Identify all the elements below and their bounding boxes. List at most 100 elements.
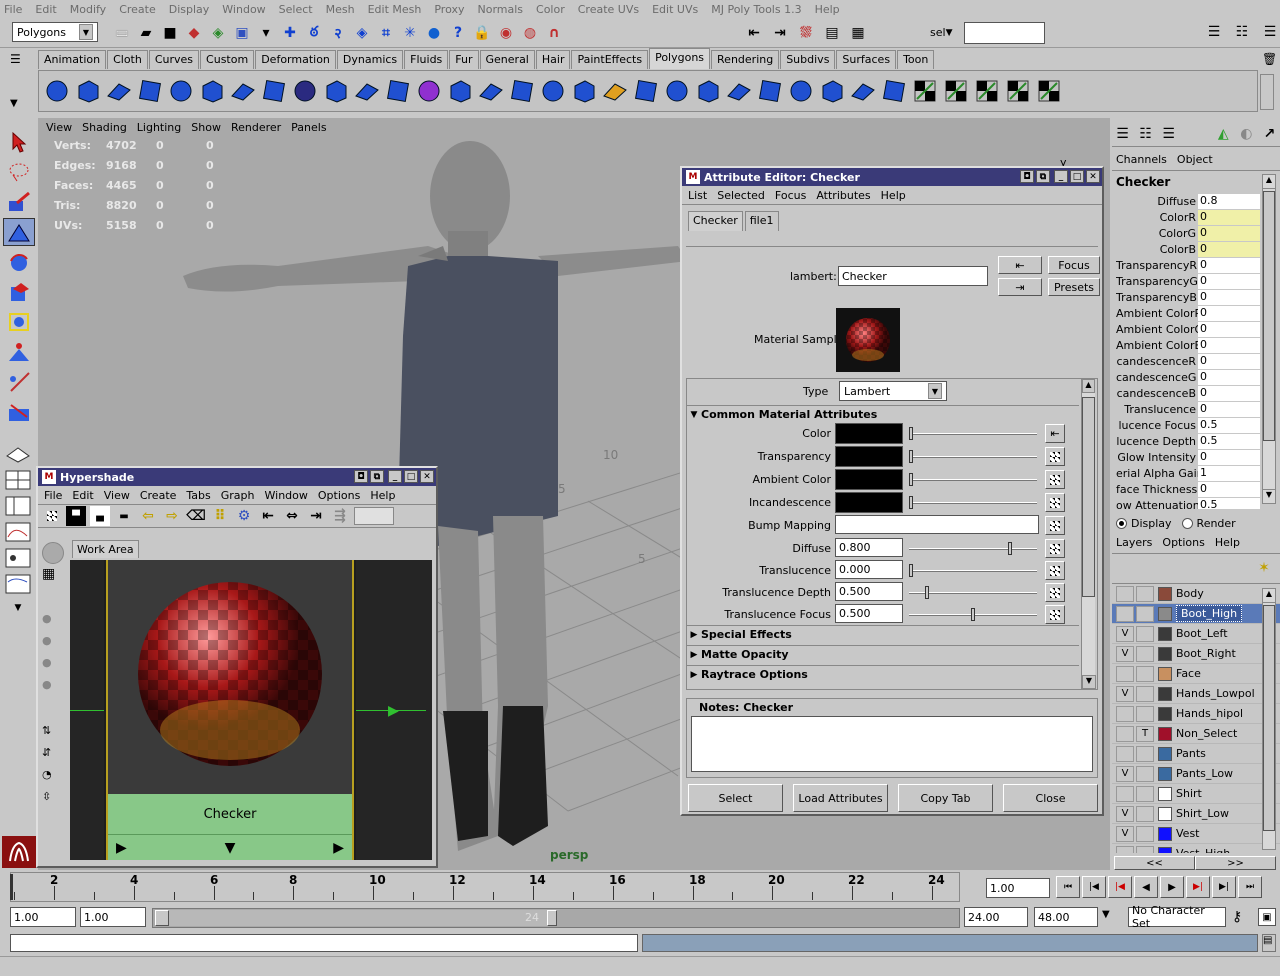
- shelf-tab-rendering[interactable]: Rendering: [711, 50, 780, 69]
- presets-button[interactable]: Presets: [1048, 278, 1100, 296]
- channel-label[interactable]: Diffuse: [1116, 195, 1198, 208]
- menu-item-help[interactable]: Help: [815, 3, 840, 16]
- shelf-tab-painteffects[interactable]: PaintEffects: [571, 50, 649, 69]
- input-connection-icon[interactable]: ⇤: [998, 256, 1042, 274]
- cube-icon[interactable]: [74, 77, 102, 105]
- map-texture-icon[interactable]: [1045, 493, 1065, 512]
- input-ops-icon[interactable]: ⇤: [744, 23, 764, 43]
- channel-value[interactable]: 0: [1198, 305, 1260, 321]
- torus-icon[interactable]: [198, 77, 226, 105]
- scale-tool-icon[interactable]: [3, 278, 35, 306]
- section-header-raytrace-options[interactable]: ▶ Raytrace Options: [687, 665, 1079, 683]
- go-to-start-icon[interactable]: ⏮: [1056, 876, 1080, 898]
- layer-row[interactable]: V Pants_Low: [1112, 764, 1280, 784]
- persp-outliner-layout-icon[interactable]: [3, 494, 33, 518]
- color-slider[interactable]: [909, 427, 1037, 440]
- quick-select-input[interactable]: [964, 22, 1045, 44]
- channel-label[interactable]: TransparencyG: [1116, 275, 1198, 288]
- new-layer-icon[interactable]: ✶: [1254, 558, 1274, 578]
- uv-editor-icon[interactable]: [1004, 77, 1032, 105]
- channel-value[interactable]: 0: [1198, 481, 1260, 497]
- channel-value[interactable]: 0: [1198, 257, 1260, 273]
- layer-type-toggle[interactable]: T: [1136, 725, 1154, 742]
- channel-scrollbar[interactable]: ▲ ▼: [1262, 174, 1276, 504]
- channel-value[interactable]: 0: [1198, 353, 1260, 369]
- channel-label[interactable]: Translucence: [1116, 403, 1198, 416]
- attribute-slider[interactable]: [909, 542, 1037, 555]
- arrow-icon[interactable]: ↗: [1261, 124, 1278, 144]
- channel-label[interactable]: candescenceB: [1116, 387, 1198, 400]
- rotate-tool-icon[interactable]: [3, 248, 35, 276]
- attribute-value-field[interactable]: 0.000: [835, 560, 903, 579]
- split-icon[interactable]: [570, 77, 598, 105]
- map-texture-icon[interactable]: [1045, 516, 1065, 535]
- snap-point-icon[interactable]: २: [328, 23, 348, 43]
- ipr-icon[interactable]: ◍: [520, 23, 540, 43]
- step-forward-icon[interactable]: ▶|: [1212, 876, 1236, 898]
- select-tool-icon[interactable]: [3, 128, 35, 156]
- common-material-section-header[interactable]: ▼ Common Material Attributes: [687, 405, 1079, 423]
- channel-label[interactable]: Glow Intensity: [1116, 451, 1198, 464]
- channel-value[interactable]: 0: [1198, 209, 1260, 225]
- channel-label[interactable]: candescenceG: [1116, 371, 1198, 384]
- close-button[interactable]: Close: [1003, 784, 1098, 812]
- in-out-connections-icon[interactable]: ⇔: [282, 506, 302, 526]
- soften-icon[interactable]: [787, 77, 815, 105]
- current-time-marker[interactable]: [10, 874, 13, 900]
- channel-label[interactable]: Ambient ColorR: [1116, 307, 1198, 320]
- shelf-tab-general[interactable]: General: [479, 50, 535, 69]
- mode-selector[interactable]: Polygons ▼: [12, 22, 98, 42]
- menu-item-create-uvs[interactable]: Create UVs: [578, 3, 639, 16]
- channel-value[interactable]: 0: [1198, 241, 1260, 257]
- cylindrical-map-icon[interactable]: [911, 77, 939, 105]
- menu-item-color[interactable]: Color: [536, 3, 565, 16]
- play-forward-icon[interactable]: ▶: [1160, 876, 1184, 898]
- port-right-icon[interactable]: ▶: [333, 840, 344, 856]
- playback-start-field[interactable]: 1.00: [80, 907, 146, 927]
- playback-end-field[interactable]: 24.00: [964, 907, 1028, 927]
- menu-item-mesh[interactable]: Mesh: [326, 3, 355, 16]
- animation-start-field[interactable]: 1.00: [10, 907, 76, 927]
- shelf-options-icon[interactable]: ▼: [10, 96, 32, 110]
- ae-menu-list[interactable]: List: [688, 189, 707, 202]
- menu-item-mj-poly-tools-1-3[interactable]: MJ Poly Tools 1.3: [711, 3, 801, 16]
- layer-visibility-toggle[interactable]: [1116, 705, 1134, 722]
- ae-menu-help[interactable]: Help: [881, 189, 906, 202]
- color-swatch[interactable]: [835, 492, 903, 513]
- universal-manip-icon[interactable]: [3, 308, 35, 336]
- menu-item-select[interactable]: Select: [279, 3, 313, 16]
- attribute-scroll-area[interactable]: Type Lambert ▼ ▼ Common Material Attribu…: [686, 378, 1098, 690]
- sort-type-icon[interactable]: ⇵: [42, 746, 64, 768]
- layer-color-swatch[interactable]: [1158, 586, 1172, 601]
- reduce-icon[interactable]: [446, 77, 474, 105]
- color-slider[interactable]: [909, 496, 1037, 509]
- snap-curve-icon[interactable]: ఠ: [304, 23, 324, 43]
- layer-type-toggle[interactable]: [1136, 685, 1154, 702]
- hypershade-menu-graph[interactable]: Graph: [221, 489, 255, 502]
- combine-icon[interactable]: [291, 77, 319, 105]
- layer-color-swatch[interactable]: [1158, 706, 1172, 721]
- layer-type-toggle[interactable]: [1136, 585, 1154, 602]
- save-scene-icon[interactable]: ■: [160, 23, 180, 43]
- extrude-icon[interactable]: [539, 77, 567, 105]
- channel-menu-channels[interactable]: Channels: [1116, 153, 1167, 166]
- restore-icon[interactable]: ⧉: [1036, 170, 1050, 183]
- step-back-icon[interactable]: |◀: [1082, 876, 1106, 898]
- layer-row[interactable]: Shirt: [1112, 784, 1280, 804]
- hypershade-menu-help[interactable]: Help: [370, 489, 395, 502]
- channel-label[interactable]: ColorR: [1116, 211, 1198, 224]
- layer-row[interactable]: V Shirt_Low: [1112, 804, 1280, 824]
- layer-type-toggle[interactable]: [1136, 765, 1154, 782]
- shelf-tab-fluids[interactable]: Fluids: [404, 50, 449, 69]
- range-slider[interactable]: 1 24: [152, 908, 960, 928]
- layer-row[interactable]: Boot_High: [1112, 604, 1280, 624]
- node-name-field[interactable]: Checker: [838, 266, 988, 286]
- tab-checker[interactable]: Checker: [688, 211, 743, 231]
- attribute-slider[interactable]: [909, 586, 1037, 599]
- channel-value[interactable]: 0: [1198, 273, 1260, 289]
- boolean-icon[interactable]: [384, 77, 412, 105]
- attribute-value-field[interactable]: 0.500: [835, 604, 903, 623]
- menu-item-file[interactable]: File: [4, 3, 22, 16]
- cylinder-icon[interactable]: [105, 77, 133, 105]
- animation-end-field[interactable]: 48.00: [1034, 907, 1098, 927]
